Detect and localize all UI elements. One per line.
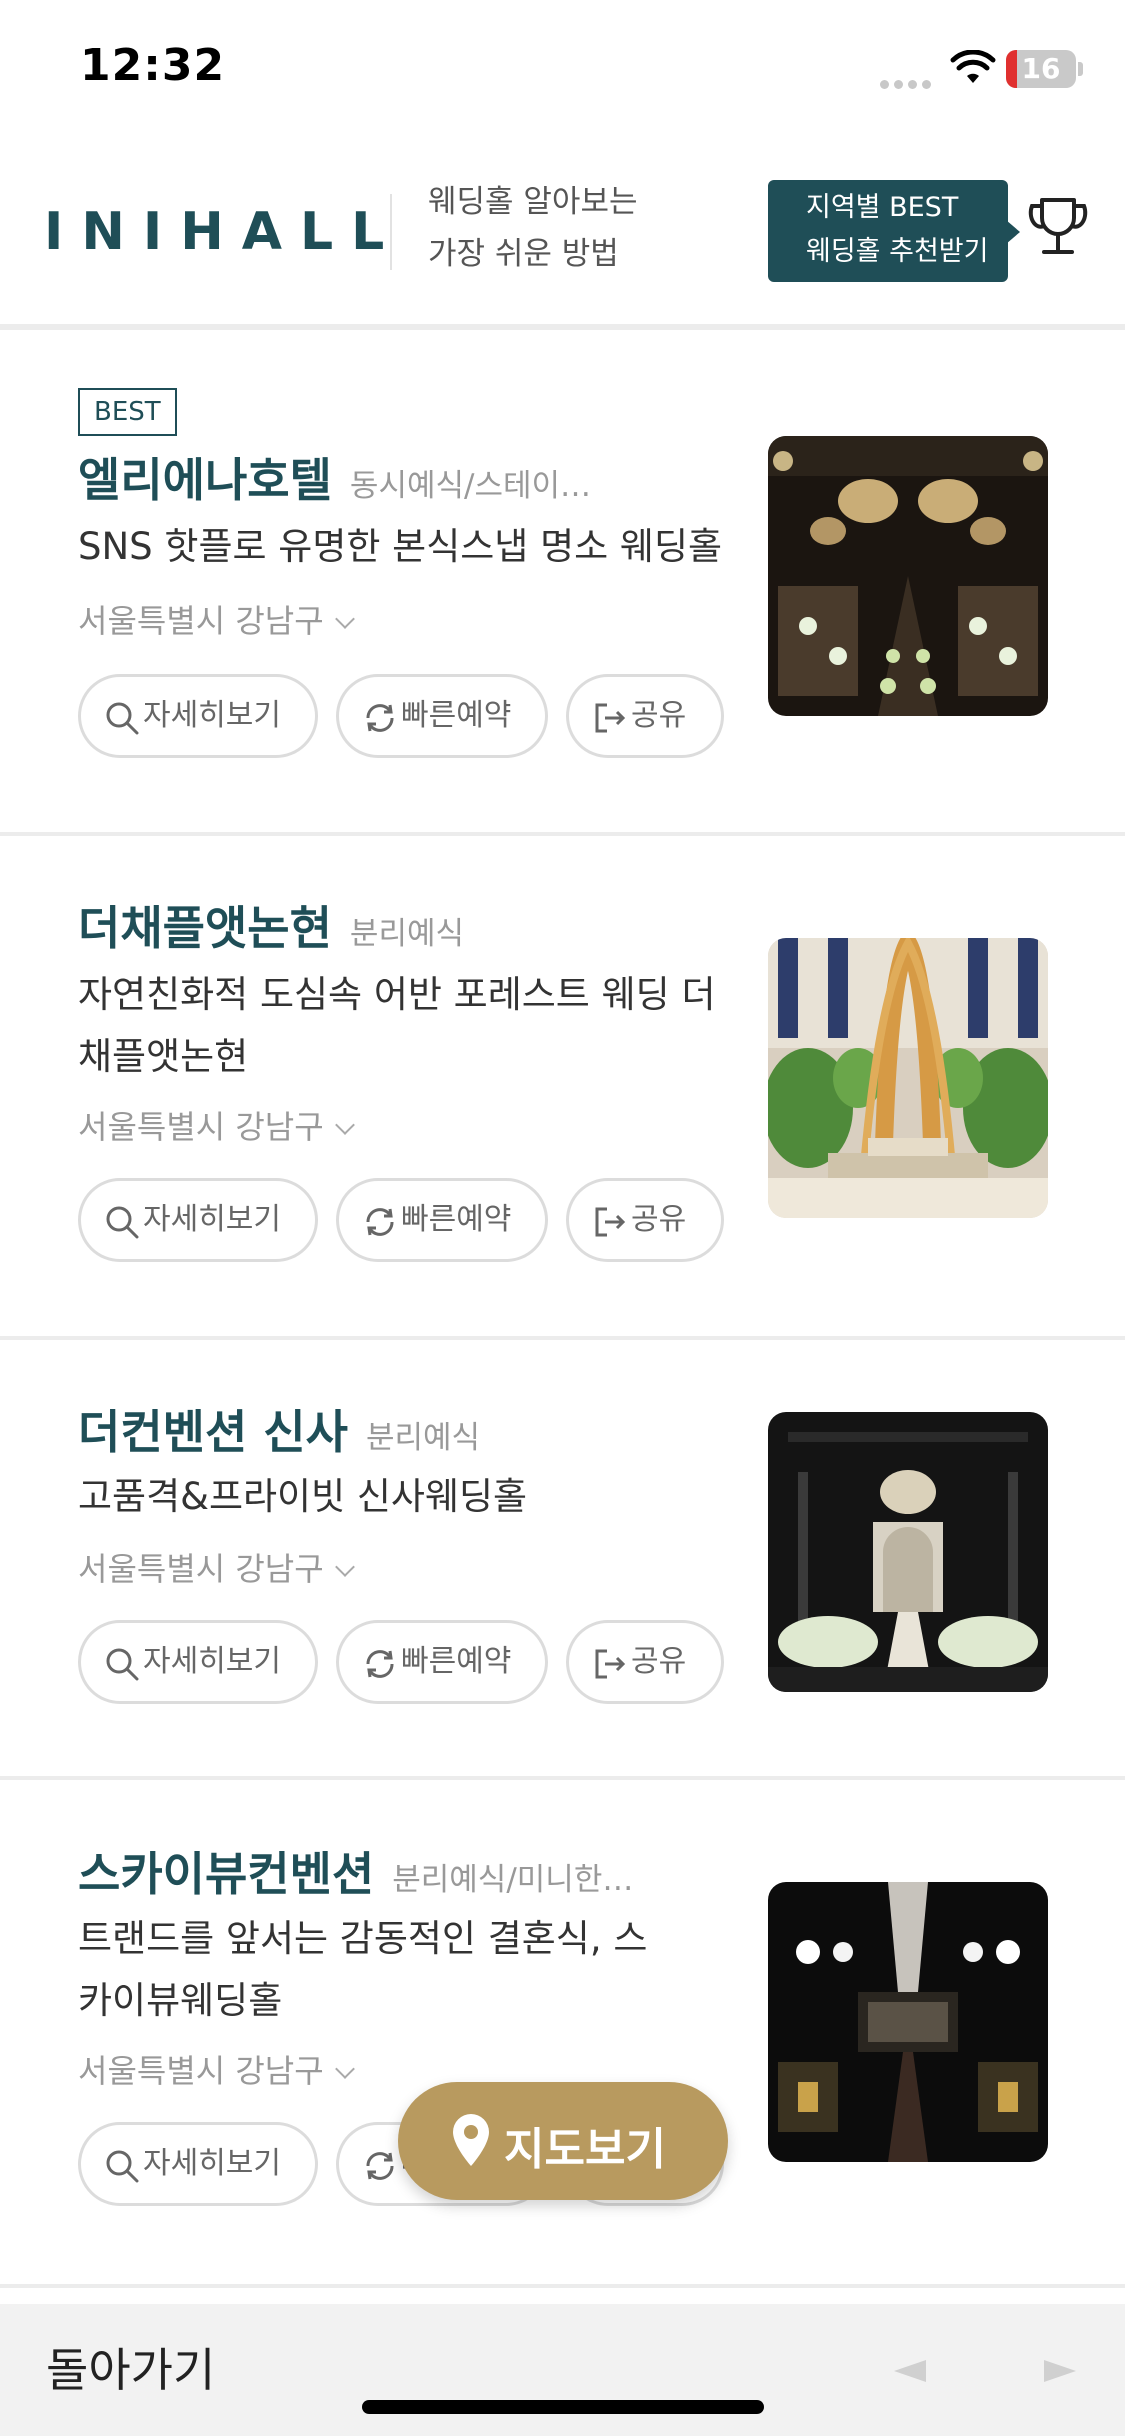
venue-thumbnail[interactable] bbox=[768, 436, 1048, 716]
logo[interactable]: INIHALL bbox=[44, 202, 402, 262]
reserve-label: 빠른예약 bbox=[401, 1202, 512, 1237]
venue-name-wrap: 더채플앳논현 분리예식 bbox=[78, 892, 464, 958]
venue-type: 동시예식/스테이… bbox=[349, 468, 592, 504]
venue-name[interactable]: 더채플앳논현 bbox=[78, 901, 332, 955]
venue-type: 분리예식 bbox=[349, 916, 465, 952]
venue-thumbnail[interactable] bbox=[768, 938, 1048, 1218]
map-view-label: 지도보기 bbox=[504, 2124, 666, 2175]
venue-thumbnail[interactable] bbox=[768, 1412, 1048, 1692]
search-icon bbox=[106, 1206, 139, 1239]
venue-type: 분리예식/미니한… bbox=[392, 1862, 634, 1898]
venue-thumbnail[interactable] bbox=[768, 1882, 1048, 2162]
share-label: 공유 bbox=[631, 1202, 687, 1237]
best-button-line2: 웨딩홀 추천받기 bbox=[806, 236, 989, 267]
battery-level: 16 bbox=[1021, 52, 1061, 85]
quick-reserve-button[interactable]: 빠른예약 bbox=[336, 1620, 548, 1704]
battery-icon: 16 bbox=[1006, 50, 1084, 88]
refresh-icon bbox=[366, 1650, 394, 1678]
detail-button[interactable]: 자세히보기 bbox=[78, 2122, 318, 2206]
back-button[interactable]: 돌아가기 bbox=[46, 2334, 215, 2400]
detail-label: 자세히보기 bbox=[143, 698, 281, 733]
best-badge: BEST bbox=[78, 388, 177, 436]
venue-name-wrap: 스카이뷰컨벤션 분리예식/미니한… bbox=[78, 1838, 633, 1904]
venue-region[interactable]: 서울특별시 강남구 bbox=[78, 1102, 355, 1148]
chevron-down-icon bbox=[334, 609, 355, 629]
tagline: 웨딩홀 알아보는 가장 쉬운 방법 bbox=[428, 176, 638, 280]
share-label: 공유 bbox=[631, 1644, 687, 1679]
share-icon bbox=[595, 703, 626, 733]
refresh-icon bbox=[366, 1208, 394, 1236]
share-button[interactable]: 공유 bbox=[566, 1620, 724, 1704]
venue-item[interactable]: 더채플앳논현 분리예식 자연친화적 도심속 어반 포레스트 웨딩 더채플앳논현 서… bbox=[0, 836, 1125, 1340]
share-icon bbox=[595, 1207, 626, 1237]
venue-region[interactable]: 서울특별시 강남구 bbox=[78, 2046, 355, 2092]
quick-reserve-button[interactable]: 빠른예약 bbox=[336, 674, 548, 758]
venue-region-label: 서울특별시 강남구 bbox=[78, 1550, 324, 1588]
refresh-icon bbox=[366, 2152, 394, 2180]
status-bar: 12:32 16 bbox=[0, 0, 1125, 140]
venue-region-label: 서울특별시 강남구 bbox=[78, 602, 324, 640]
venue-item[interactable]: 스카이뷰컨벤션 분리예식/미니한… 트랜드를 앞서는 감동적인 결혼식, 스카이뷰… bbox=[0, 1780, 1125, 2288]
reserve-label: 빠른예약 bbox=[401, 1644, 512, 1679]
detail-button[interactable]: 자세히보기 bbox=[78, 1178, 318, 1262]
venue-region-label: 서울특별시 강남구 bbox=[78, 2052, 324, 2090]
map-pin-icon bbox=[453, 2114, 489, 2166]
detail-button[interactable]: 자세히보기 bbox=[78, 1620, 318, 1704]
detail-label: 자세히보기 bbox=[143, 2146, 281, 2181]
share-button[interactable]: 공유 bbox=[566, 1178, 724, 1262]
detail-button[interactable]: 자세히보기 bbox=[78, 674, 318, 758]
venue-name-wrap: 엘리에나호텔 동시예식/스테이… bbox=[78, 444, 591, 510]
venue-list: BEST 엘리에나호텔 동시예식/스테이… SNS 핫플로 유명한 본식스냅 명소… bbox=[0, 336, 1125, 2288]
detail-label: 자세히보기 bbox=[143, 1202, 281, 1237]
trophy-icon[interactable] bbox=[1026, 196, 1090, 264]
venue-type: 분리예식 bbox=[365, 1420, 481, 1456]
quick-reserve-button[interactable]: 빠른예약 bbox=[336, 1178, 548, 1262]
region-best-recommend-button[interactable]: 지역별 BEST 웨딩홀 추천받기 bbox=[768, 180, 1008, 282]
arrow-right-icon[interactable] bbox=[1044, 2360, 1076, 2382]
refresh-icon bbox=[366, 704, 394, 732]
share-icon bbox=[595, 1649, 626, 1679]
chevron-down-icon bbox=[334, 1557, 355, 1577]
share-button[interactable]: 공유 bbox=[566, 674, 724, 758]
app-header: INIHALL 웨딩홀 알아보는 가장 쉬운 방법 지역별 BEST 웨딩홀 추… bbox=[0, 140, 1125, 330]
search-icon bbox=[106, 2150, 139, 2183]
home-indicator bbox=[362, 2400, 764, 2414]
detail-label: 자세히보기 bbox=[143, 1644, 281, 1679]
venue-region-label: 서울특별시 강남구 bbox=[78, 1108, 324, 1146]
bottom-bar: 돌아가기 bbox=[0, 2304, 1125, 2436]
venue-item[interactable]: 더컨벤션 신사 분리예식 고품격&프라이빗 신사웨딩홀 서울특별시 강남구 자세히… bbox=[0, 1340, 1125, 1780]
reserve-label: 빠른예약 bbox=[401, 698, 512, 733]
search-icon bbox=[106, 702, 139, 735]
venue-description: 고품격&프라이빗 신사웨딩홀 bbox=[78, 1475, 528, 1518]
venue-description: 트랜드를 앞서는 감동적인 결혼식, 스카이뷰웨딩홀 bbox=[78, 1917, 648, 2022]
venue-name[interactable]: 스카이뷰컨벤션 bbox=[78, 1847, 374, 1901]
venue-name[interactable]: 더컨벤션 신사 bbox=[78, 1405, 348, 1459]
arrow-left-icon[interactable] bbox=[894, 2360, 926, 2382]
venue-region[interactable]: 서울특별시 강남구 bbox=[78, 1544, 355, 1590]
header-divider bbox=[390, 194, 392, 270]
venue-name[interactable]: 엘리에나호텔 bbox=[78, 453, 332, 507]
venue-item[interactable]: BEST 엘리에나호텔 동시예식/스테이… SNS 핫플로 유명한 본식스냅 명소… bbox=[0, 336, 1125, 836]
wifi-icon bbox=[950, 50, 996, 83]
chevron-down-icon bbox=[334, 2059, 355, 2079]
cellular-signal-icon bbox=[880, 74, 936, 89]
best-button-line1: 지역별 BEST bbox=[806, 192, 959, 223]
map-view-button[interactable]: 지도보기 bbox=[398, 2082, 728, 2200]
chevron-down-icon bbox=[334, 1115, 355, 1135]
venue-name-wrap: 더컨벤션 신사 분리예식 bbox=[78, 1396, 480, 1462]
search-icon bbox=[106, 1648, 139, 1681]
best-button-pointer bbox=[1006, 220, 1020, 244]
tagline-line1: 웨딩홀 알아보는 bbox=[428, 184, 638, 220]
tagline-line2: 가장 쉬운 방법 bbox=[428, 236, 619, 272]
status-time: 12:32 bbox=[80, 40, 226, 91]
venue-description: SNS 핫플로 유명한 본식스냅 명소 웨딩홀 bbox=[78, 525, 723, 568]
venue-description: 자연친화적 도심속 어반 포레스트 웨딩 더채플앳논현 bbox=[78, 973, 716, 1078]
share-label: 공유 bbox=[631, 698, 687, 733]
venue-region[interactable]: 서울특별시 강남구 bbox=[78, 596, 355, 642]
